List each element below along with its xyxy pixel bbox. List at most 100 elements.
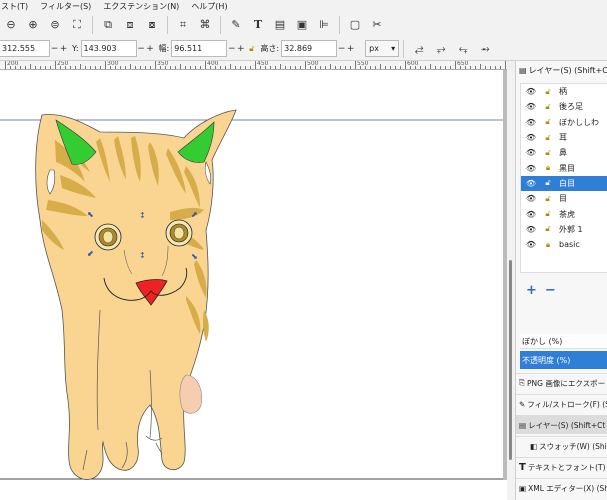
document-properties-icon[interactable]: ▢ <box>344 15 366 35</box>
docked-dialog-tab[interactable]: ◧スウォッチ(W) (Shift+ <box>516 436 607 455</box>
unlink-clone-icon[interactable]: ⧇ <box>141 15 163 35</box>
visibility-eye-icon[interactable]: 👁︎ <box>521 194 541 203</box>
height-field[interactable]: 32.869 <box>281 40 338 57</box>
visibility-eye-icon[interactable]: 👁︎ <box>521 133 541 142</box>
layer-name[interactable]: ぼかししわ <box>559 117 599 128</box>
layer-row[interactable]: 👁︎ 🔒︎ basic <box>521 237 607 252</box>
remove-layer-button[interactable]: − <box>545 283 556 298</box>
fill-stroke-icon[interactable]: ✎ <box>225 15 247 35</box>
x-field[interactable]: 312.555 <box>0 40 50 57</box>
plus-button[interactable]: + <box>346 44 355 54</box>
zoom-drawing-icon[interactable]: ⊕ <box>22 15 44 35</box>
layer-name[interactable]: 後ろ足 <box>559 101 583 112</box>
plus-button[interactable]: + <box>59 44 68 54</box>
xml-editor-icon[interactable]: ▣ <box>291 15 313 35</box>
lock-open-icon[interactable]: 🔓︎ <box>541 117 555 127</box>
zoom-selection-icon[interactable]: ⊖ <box>0 15 22 35</box>
visibility-eye-icon[interactable]: 👁︎ <box>521 164 541 173</box>
menu-text[interactable]: スト(T) <box>0 1 29 12</box>
layer-row[interactable]: 👁︎ 🔓︎ ぼかししわ <box>521 115 607 130</box>
ungroup-icon[interactable]: ⌘ <box>194 15 216 35</box>
layer-name[interactable]: 白目 <box>559 178 575 189</box>
visibility-eye-icon[interactable]: 👁︎ <box>521 118 541 127</box>
transform-pattern-icon[interactable]: ⥇ <box>474 39 496 59</box>
layer-name[interactable]: 目 <box>559 193 567 204</box>
layer-row[interactable]: 👁︎ 🔓︎ 耳 <box>521 130 607 145</box>
lock-closed-icon[interactable]: 🔒︎ <box>541 240 555 250</box>
ruler-tick <box>300 66 301 69</box>
layer-row[interactable]: 👁︎ 🔓︎ 外郭 1 <box>521 222 607 237</box>
layer-name[interactable]: 外郭 1 <box>559 224 583 235</box>
layer-row[interactable]: 👁︎ 🔓︎ 目 <box>521 191 607 206</box>
opacity-field[interactable]: 不透明度 (%) <box>520 351 607 369</box>
clone-icon[interactable]: ⧈ <box>119 15 141 35</box>
plus-button[interactable]: + <box>146 44 155 54</box>
text-font-icon[interactable]: T <box>247 15 269 35</box>
lock-open-icon[interactable]: 🔓︎ <box>541 148 555 158</box>
minus-button[interactable]: − <box>50 44 59 54</box>
ruler-tick <box>30 64 31 69</box>
zoom-width-icon[interactable]: ⛶ <box>66 15 88 35</box>
zoom-page-icon[interactable]: ⊜ <box>44 15 66 35</box>
layers-panel-title[interactable]: ▤レイヤー(S) (Shift+Ctrl <box>516 61 607 79</box>
duplicate-icon[interactable]: ⧉ <box>97 15 119 35</box>
layer-name[interactable]: 耳 <box>559 132 567 143</box>
layer-row[interactable]: 👁︎ 🔓︎ 柄 <box>521 84 607 99</box>
layer-row[interactable]: 👁︎ 🔓︎ 後ろ足 <box>521 99 607 114</box>
ruler-tick <box>175 66 176 69</box>
docked-dialog-tab[interactable]: ▤ レイヤー(S) (Shift+Ct <box>516 415 607 434</box>
layers-icon[interactable]: ▤ <box>269 15 291 35</box>
visibility-eye-icon[interactable]: 👁︎ <box>521 179 541 188</box>
minus-button[interactable]: − <box>337 44 346 54</box>
lock-open-icon[interactable]: 🔓︎ <box>541 87 555 97</box>
lock-open-icon[interactable]: 🔓︎ <box>541 178 555 188</box>
scrollbar-thumb[interactable] <box>509 260 512 460</box>
lock-ratio-icon[interactable]: 🔓︎ <box>249 44 254 54</box>
visibility-eye-icon[interactable]: 👁︎ <box>521 102 541 111</box>
layer-name[interactable]: 黒目 <box>559 163 575 174</box>
docked-dialog-tab[interactable]: ▣ XML エディター(X) (Shif <box>516 478 607 497</box>
menu-filters[interactable]: フィルター(S) <box>39 1 92 12</box>
scale-stroke-icon[interactable]: ⥄ <box>408 39 430 59</box>
layer-name[interactable]: 柄 <box>559 86 567 97</box>
lock-open-icon[interactable]: 🔓︎ <box>541 102 555 112</box>
visibility-eye-icon[interactable]: 👁︎ <box>521 225 541 234</box>
lock-open-icon[interactable]: 🔓︎ <box>541 194 555 204</box>
width-field[interactable]: 96.511 <box>171 40 228 57</box>
unit-select[interactable]: px ▾ <box>365 40 400 57</box>
layer-name[interactable]: 鼻 <box>559 147 567 158</box>
add-layer-button[interactable]: + <box>526 283 537 298</box>
ruler-label: 300 <box>107 61 119 67</box>
lock-open-icon[interactable]: 🔓︎ <box>541 224 555 234</box>
lock-closed-icon[interactable]: 🔒︎ <box>541 163 555 173</box>
layer-row[interactable]: 👁︎ 🔓︎ 鼻 <box>521 145 607 160</box>
scale-corners-icon[interactable]: ⥅ <box>430 39 452 59</box>
visibility-eye-icon[interactable]: 👁︎ <box>521 210 541 219</box>
menu-extensions[interactable]: エクステンション(N) <box>102 1 180 12</box>
visibility-eye-icon[interactable]: 👁︎ <box>521 148 541 157</box>
layer-row[interactable]: 👁︎ 🔓︎ 白目 <box>521 175 607 192</box>
lock-open-icon[interactable]: 🔓︎ <box>541 209 555 219</box>
align-icon[interactable]: ⊫ <box>313 15 335 35</box>
layer-row[interactable]: 👁︎ 🔒︎ 黒目 <box>521 160 607 175</box>
docked-dialog-tab[interactable]: ✎ フィル/ストローク(F) (S <box>516 394 607 413</box>
canvas-scrollbar[interactable] <box>507 70 515 500</box>
drawing-canvas[interactable]: ⬉ ↕ ⬈ ⬋ ↕ ⬊ <box>0 70 507 500</box>
lock-open-icon[interactable]: 🔓︎ <box>541 133 555 143</box>
blur-field[interactable]: ぼかし (%) <box>520 334 607 349</box>
minus-button[interactable]: − <box>227 44 236 54</box>
group-icon[interactable]: ⌗ <box>172 15 194 35</box>
menu-help[interactable]: ヘルプ(H) <box>190 1 228 12</box>
visibility-eye-icon[interactable]: 👁︎ <box>521 240 541 249</box>
layer-name[interactable]: 茶虎 <box>559 209 575 220</box>
layer-name[interactable]: basic <box>559 240 580 249</box>
docked-dialog-tab[interactable]: T テキストとフォント(T) (S <box>516 457 607 476</box>
docked-dialog-tab[interactable]: ⎘ PNG 画像にエクスポー <box>516 373 607 392</box>
transform-gradient-icon[interactable]: ⥆ <box>452 39 474 59</box>
minus-button[interactable]: − <box>137 44 146 54</box>
layer-row[interactable]: 👁︎ 🔓︎ 茶虎 <box>521 206 607 221</box>
visibility-eye-icon[interactable]: 👁︎ <box>521 87 541 96</box>
plus-button[interactable]: + <box>236 44 245 54</box>
preferences-icon[interactable]: ✂ <box>366 15 388 35</box>
y-field[interactable]: 143.903 <box>80 40 137 57</box>
